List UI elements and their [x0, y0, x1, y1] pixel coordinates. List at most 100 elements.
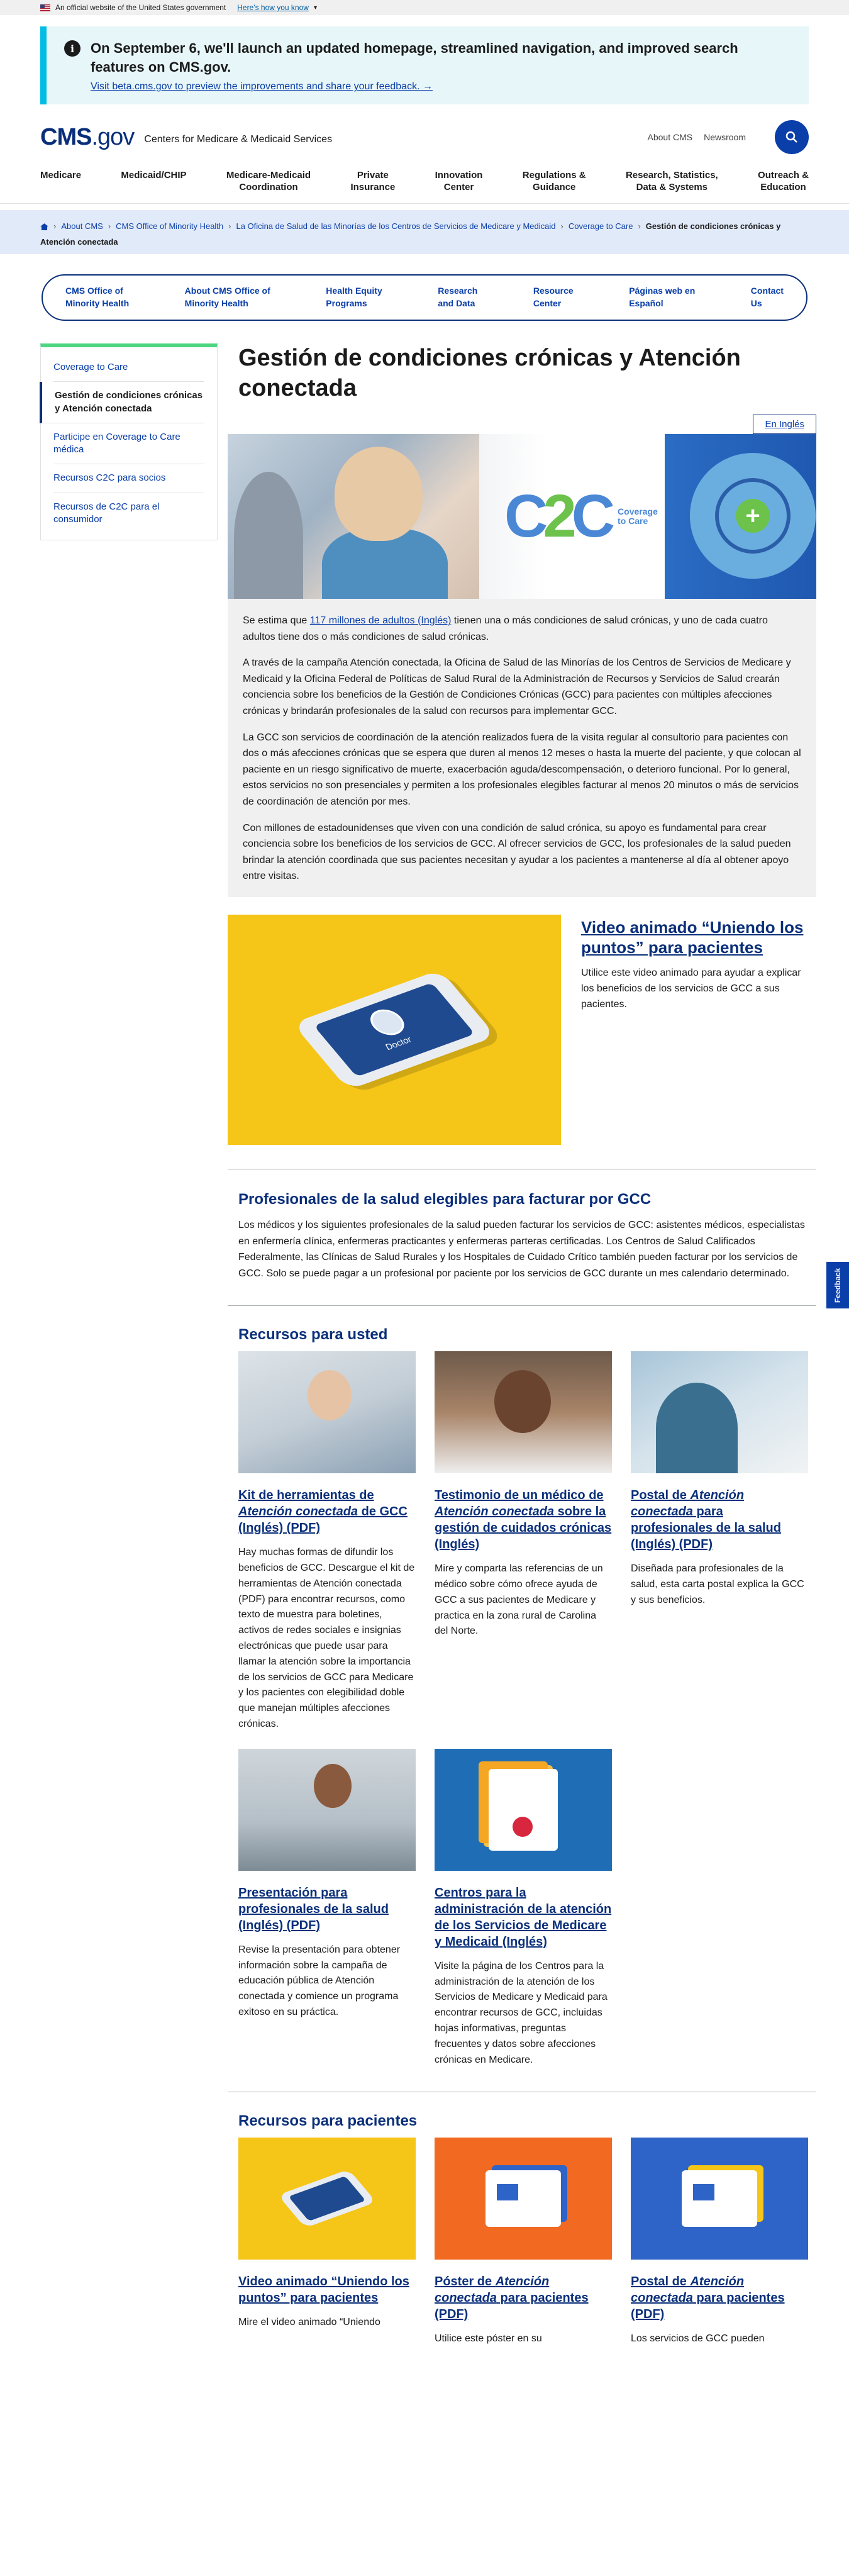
- breadcrumb-omh[interactable]: CMS Office of Minority Health: [116, 221, 223, 231]
- nav-medicare[interactable]: Medicare: [40, 170, 81, 182]
- sidenav-gcc-current[interactable]: Gestión de condiciones crónicas y Atenci…: [40, 382, 204, 423]
- hub-ring: +: [715, 478, 791, 554]
- video-text: Video animado “Uniendo los puntos” para …: [561, 915, 813, 1145]
- arrow-right-icon: →: [422, 81, 433, 92]
- chevron-right-icon: ›: [560, 221, 563, 231]
- card-title-pre[interactable]: Testimonio de un médico de: [435, 1488, 604, 1502]
- phone-icon: [277, 2169, 377, 2229]
- resource-card-desc: Revise la presentación para obtener info…: [238, 1944, 401, 2018]
- documents-image: [435, 1748, 612, 1871]
- phone-screen: Doctor: [313, 982, 475, 1077]
- phone-doctor-text: Doctor: [382, 1034, 414, 1052]
- card-title-em[interactable]: Atención conectada: [238, 1505, 358, 1519]
- nav-medicare-medicaid-coordination[interactable]: Medicare-Medicaid Coordination: [226, 170, 311, 194]
- nav-research-statistics[interactable]: Research, Statistics, Data & Systems: [626, 170, 718, 194]
- card-title-pre[interactable]: Postal de: [631, 2275, 690, 2289]
- section-subnav: CMS Office of Minority Health About CMS …: [42, 274, 807, 321]
- chevron-right-icon: ›: [638, 221, 641, 231]
- nav-outreach-education[interactable]: Outreach & Education: [758, 170, 809, 194]
- card-title-pre[interactable]: Kit de herramientas de: [238, 1488, 374, 1502]
- sidenav-coverage-to-care[interactable]: Coverage to Care: [53, 354, 204, 382]
- card-title-pre[interactable]: Postal de: [631, 1488, 690, 1502]
- english-version-button[interactable]: En Inglés: [753, 415, 816, 434]
- nav-innovation-center[interactable]: Innovation Center: [435, 170, 483, 194]
- info-icon: i: [64, 40, 80, 57]
- logo-main: CMS: [40, 123, 92, 150]
- home-icon[interactable]: [40, 223, 48, 231]
- sidenav-recursos-socios[interactable]: Recursos C2C para socios: [53, 464, 204, 493]
- breadcrumb-about-cms[interactable]: About CMS: [61, 221, 103, 231]
- doctor-avatar: [363, 1005, 411, 1039]
- c2c-c1: C: [504, 482, 548, 550]
- sidenav-recursos-consumidor[interactable]: Recursos de C2C para el consumidor: [53, 493, 204, 534]
- chevron-down-icon[interactable]: ▾: [314, 4, 317, 11]
- alert-link-text[interactable]: Visit beta.cms.gov to preview the improv…: [91, 81, 420, 92]
- video-title-link[interactable]: Video animado “Uniendo los puntos” para …: [581, 917, 813, 958]
- feedback-tab[interactable]: Feedback: [826, 1262, 849, 1308]
- subnav-health-equity[interactable]: Health Equity Programs: [326, 285, 382, 309]
- postcard-image: [631, 2138, 808, 2260]
- video-description: Utilice este video animado para ayudar a…: [581, 967, 801, 1010]
- subnav-contact-us[interactable]: Contact Us: [751, 285, 784, 309]
- subnav-omh[interactable]: CMS Office of Minority Health: [65, 285, 129, 309]
- breadcrumb-coverage-to-care[interactable]: Coverage to Care: [569, 221, 633, 231]
- resource-card: Centros para la administración de la ate…: [435, 1748, 612, 2068]
- nav-regulations-guidance[interactable]: Regulations & Guidance: [523, 170, 586, 194]
- about-cms-link[interactable]: About CMS: [648, 132, 693, 142]
- resource-card-title[interactable]: Postal de Atención conectada para profes…: [631, 1487, 808, 1553]
- intro-117-millones-link[interactable]: 117 millones de adultos (Inglés): [310, 615, 452, 626]
- subnav-research-data[interactable]: Research and Data: [438, 285, 477, 309]
- subnav-about-omh[interactable]: About CMS Office of Minority Health: [185, 285, 270, 309]
- resource-card-desc: Mire y comparta las referencias de un mé…: [435, 1563, 603, 1637]
- side-nav: Coverage to Care Gestión de condiciones …: [40, 343, 218, 540]
- resource-card: Presentación para profesionales de la sa…: [238, 1748, 416, 2068]
- subnav-resource-center[interactable]: Resource Center: [533, 285, 574, 309]
- video-thumbnail[interactable]: Doctor: [228, 914, 561, 1145]
- how-you-know-link[interactable]: Here's how you know: [237, 3, 309, 12]
- intro-p2: A través de la campaña Atención conectad…: [243, 657, 791, 716]
- patients-grid: Video animado “Uniendo los puntos” para …: [238, 2138, 808, 2347]
- resources-heading: Recursos para usted: [238, 1326, 388, 1344]
- gov-banner-text: An official website of the United States…: [55, 3, 226, 12]
- gov-banner: An official website of the United States…: [0, 0, 849, 15]
- card-title-pre[interactable]: Póster de: [435, 2275, 496, 2289]
- resource-card: Kit de herramientas de Atención conectad…: [238, 1351, 416, 1732]
- patients-heading: Recursos para pacientes: [238, 2112, 418, 2130]
- card-title-em[interactable]: Atención conectada: [435, 1505, 554, 1519]
- resources-grid: Kit de herramientas de Atención conectad…: [238, 1351, 808, 2068]
- patient-card: Postal de Atención conectada para pacien…: [631, 2138, 808, 2347]
- subnav-paginas-espanol[interactable]: Páginas web en Español: [629, 285, 695, 309]
- doctor-desk-image: [238, 1351, 416, 1474]
- patient-card-title[interactable]: Video animado “Uniendo los puntos” para …: [238, 2273, 416, 2306]
- intro-p1: Se estima que 117 millones de adultos (I…: [243, 613, 801, 645]
- patients-section: Recursos para pacientes Video animado “U…: [228, 2092, 816, 2347]
- intro-p1-pre: Se estima que: [243, 615, 310, 626]
- resource-card-desc: Hay muchas formas de difundir los benefi…: [238, 1547, 415, 1730]
- nav-private-insurance[interactable]: Private Insurance: [350, 170, 395, 194]
- intro-box: Se estima que 117 millones de adultos (I…: [228, 599, 816, 897]
- sidenav-participe[interactable]: Participe en Coverage to Care médica: [53, 423, 204, 465]
- resource-card-title[interactable]: Testimonio de un médico de Atención cone…: [435, 1487, 612, 1553]
- cms-logo[interactable]: CMS.gov: [40, 123, 135, 151]
- search-button[interactable]: [775, 120, 809, 154]
- chevron-right-icon: ›: [53, 221, 57, 231]
- clinician-image: [631, 1351, 808, 1474]
- video-phone-image: [238, 2138, 416, 2260]
- patient-card-title[interactable]: Póster de Atención conectada para pacien…: [435, 2273, 612, 2322]
- content-layout: Coverage to Care Gestión de condiciones …: [0, 343, 849, 2347]
- nav-medicaid-chip[interactable]: Medicaid/CHIP: [121, 170, 186, 182]
- patient-card-title[interactable]: Postal de Atención conectada para pacien…: [631, 2273, 808, 2322]
- patient-card: Video animado “Uniendo los puntos” para …: [238, 2138, 416, 2347]
- eligible-text: Los médicos y los siguientes profesional…: [238, 1219, 805, 1279]
- resource-card-title[interactable]: Kit de herramientas de Atención conectad…: [238, 1487, 416, 1536]
- newsroom-link[interactable]: Newsroom: [704, 132, 746, 142]
- breadcrumb-oficina[interactable]: La Oficina de Salud de las Minorías de l…: [236, 221, 556, 231]
- chevron-right-icon: ›: [228, 221, 231, 231]
- alert-beta-link[interactable]: Visit beta.cms.gov to preview the improv…: [91, 81, 433, 92]
- poster-icon: [486, 2170, 561, 2228]
- eligible-section: Profesionales de la salud elegibles para…: [228, 1169, 816, 1281]
- resource-card-title[interactable]: Presentación para profesionales de la sa…: [238, 1885, 416, 1934]
- eligible-heading: Profesionales de la salud elegibles para…: [238, 1190, 652, 1208]
- resource-card-title[interactable]: Centros para la administración de la ate…: [435, 1885, 612, 1950]
- site-header: CMS.gov Centers for Medicare & Medicaid …: [0, 104, 849, 170]
